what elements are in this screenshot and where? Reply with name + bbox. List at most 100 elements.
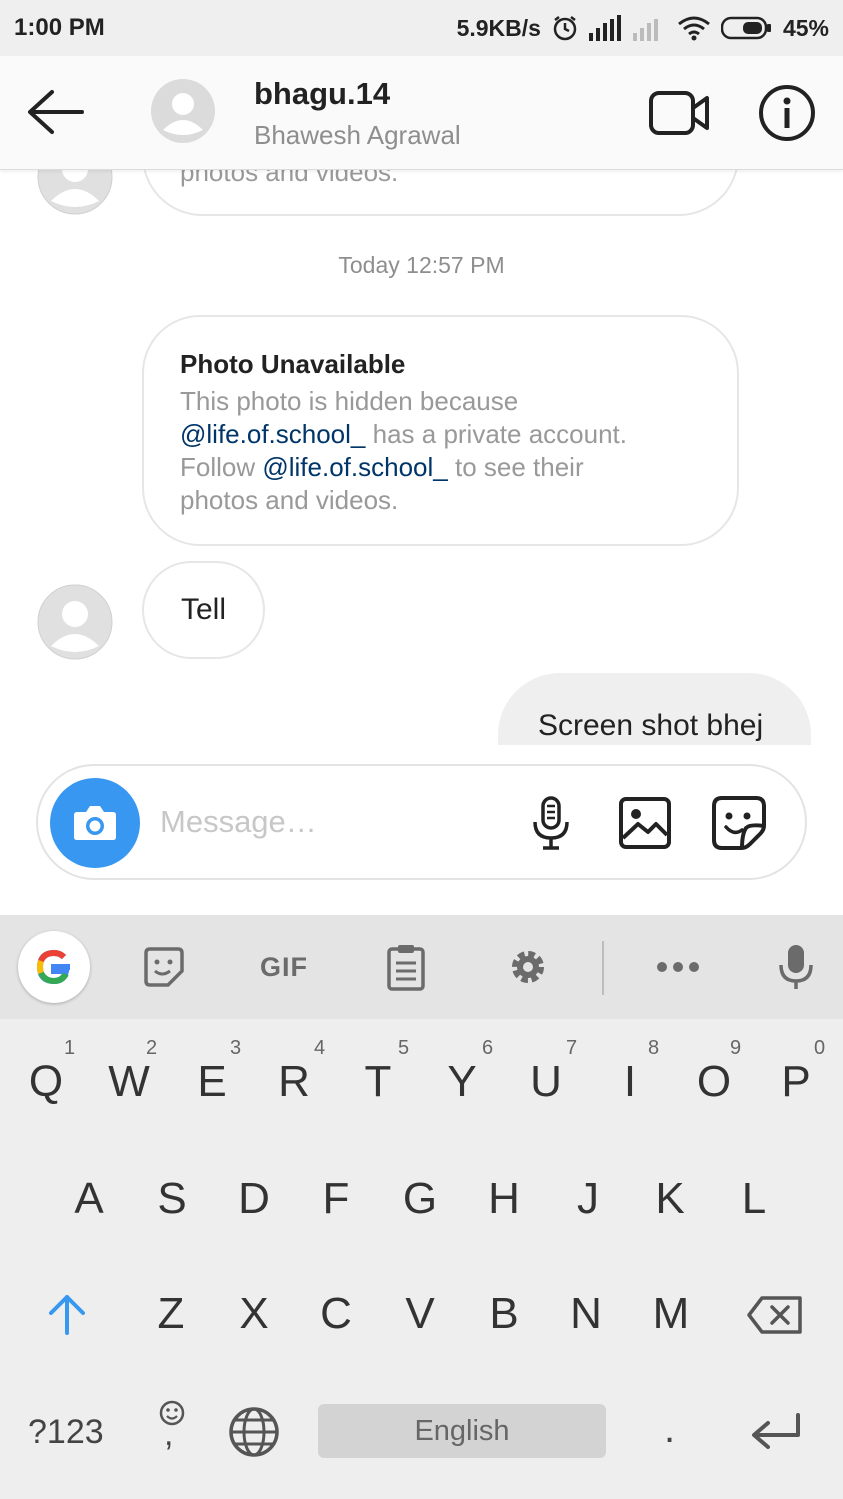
video-call-icon[interactable]: [648, 88, 710, 138]
key-p[interactable]: P0: [772, 1037, 825, 1107]
key-label: R: [278, 1057, 310, 1106]
key-n[interactable]: N: [562, 1289, 610, 1339]
space-key[interactable]: English: [318, 1404, 606, 1458]
wifi-icon: [678, 16, 710, 41]
settings-icon: [512, 951, 544, 983]
received-message-bubble[interactable]: Tell: [142, 561, 265, 659]
key-hint: 5: [398, 1037, 410, 1059]
enter-key[interactable]: [746, 1411, 806, 1455]
key-v[interactable]: V: [396, 1289, 444, 1339]
shift-key[interactable]: [40, 1291, 94, 1345]
chat-username[interactable]: bhagu.14: [254, 76, 390, 112]
key-t[interactable]: T5: [354, 1037, 410, 1107]
received-message-text: Tell: [180, 593, 226, 626]
key-e[interactable]: E3: [188, 1037, 241, 1107]
key-y[interactable]: Y6: [438, 1037, 493, 1107]
mention-link[interactable]: @life.of.school_: [262, 452, 447, 482]
key-label: H: [488, 1174, 520, 1223]
key-f[interactable]: F: [312, 1174, 360, 1224]
toolbar-divider: [602, 941, 604, 995]
key-j[interactable]: J: [564, 1174, 612, 1224]
microphone-icon[interactable]: [522, 794, 580, 852]
key-x[interactable]: X: [230, 1289, 278, 1339]
voice-key[interactable]: [766, 937, 826, 997]
key-label: Y: [447, 1057, 477, 1106]
sender-avatar[interactable]: [37, 584, 113, 660]
google-button[interactable]: [18, 931, 90, 1003]
key-hint: 7: [566, 1037, 578, 1059]
key-hint: 1: [64, 1037, 76, 1059]
key-label: D: [238, 1174, 270, 1223]
camera-button[interactable]: [50, 778, 140, 868]
more-key[interactable]: [648, 937, 708, 997]
key-label: M: [652, 1289, 690, 1338]
key-o[interactable]: O9: [690, 1037, 741, 1107]
key-label: N: [570, 1289, 602, 1338]
period-key[interactable]: .: [664, 1407, 675, 1452]
key-hint: 4: [314, 1037, 326, 1059]
comma-emoji-key[interactable]: ,: [150, 1399, 194, 1461]
backspace-icon: [747, 1296, 802, 1334]
key-m[interactable]: M: [644, 1289, 698, 1339]
key-label: V: [405, 1289, 435, 1338]
shared-post-line2: has a private account.: [365, 419, 627, 449]
message-input[interactable]: Message…: [160, 804, 317, 840]
sent-message-text: Screen shot bhej: [538, 709, 764, 742]
key-hint: 2: [146, 1037, 158, 1059]
clipboard-icon: [387, 945, 425, 991]
gif-key[interactable]: GIF: [254, 937, 314, 997]
message-thread[interactable]: photos and videos. Today 12:57 PM Photo …: [0, 170, 843, 745]
keyboard: Q1 W2 E3 R4 T5 Y6 U7 I8 O9 P0 A S D F G …: [0, 1019, 843, 1499]
signal-icon: [588, 15, 621, 41]
clipboard-key[interactable]: [376, 937, 436, 997]
sender-avatar[interactable]: [37, 170, 113, 215]
sticker-icon: [144, 947, 184, 987]
sent-message-bubble[interactable]: Screen shot bhej: [498, 673, 811, 745]
info-icon[interactable]: [758, 84, 816, 142]
key-c[interactable]: C: [312, 1289, 360, 1339]
settings-key[interactable]: [498, 937, 558, 997]
key-q[interactable]: Q1: [22, 1037, 75, 1107]
avatar[interactable]: [150, 78, 216, 144]
key-g[interactable]: G: [396, 1174, 444, 1224]
key-k[interactable]: K: [646, 1174, 694, 1224]
battery-icon: [720, 16, 771, 40]
shared-post-line3-start: Follow: [180, 452, 263, 482]
gallery-icon[interactable]: [616, 794, 674, 852]
key-hint: 8: [648, 1037, 660, 1059]
key-a[interactable]: A: [64, 1174, 114, 1224]
previous-message-bubble[interactable]: photos and videos.: [142, 170, 739, 216]
symbols-key[interactable]: ?123: [28, 1413, 104, 1452]
key-label: W: [108, 1057, 150, 1106]
key-i[interactable]: I8: [606, 1037, 659, 1107]
key-r[interactable]: R4: [270, 1037, 325, 1107]
key-label: I: [623, 1057, 637, 1106]
key-d[interactable]: D: [230, 1174, 278, 1224]
key-s[interactable]: S: [148, 1174, 196, 1224]
key-l[interactable]: L: [730, 1174, 778, 1224]
chat-fullname[interactable]: Bhawesh Agrawal: [254, 120, 461, 151]
key-label: P: [781, 1057, 811, 1106]
status-time: 1:00 PM: [14, 14, 105, 41]
language-key[interactable]: [226, 1405, 282, 1461]
key-b[interactable]: B: [480, 1289, 528, 1339]
sticker-icon[interactable]: [710, 794, 768, 852]
key-u[interactable]: U7: [522, 1037, 577, 1107]
alarm-icon: [553, 16, 577, 41]
shared-post-body: This photo is hidden because @life.of.sc…: [180, 385, 720, 517]
key-w[interactable]: W2: [104, 1037, 157, 1107]
sticker-key[interactable]: [134, 937, 194, 997]
message-composer: Message…: [36, 764, 807, 880]
key-h[interactable]: H: [480, 1174, 528, 1224]
key-label: O: [696, 1057, 732, 1106]
key-label: J: [577, 1174, 599, 1223]
shared-post-line4: photos and videos.: [180, 485, 399, 515]
key-label: Q: [28, 1057, 64, 1106]
backspace-key[interactable]: [746, 1295, 804, 1339]
shared-post-bubble[interactable]: Photo Unavailable This photo is hidden b…: [142, 315, 739, 546]
key-z[interactable]: Z: [146, 1289, 196, 1339]
globe-icon: [229, 1407, 279, 1457]
mention-link[interactable]: @life.of.school_: [180, 419, 365, 449]
mic-icon: [779, 945, 813, 989]
back-arrow-icon[interactable]: [24, 84, 88, 140]
